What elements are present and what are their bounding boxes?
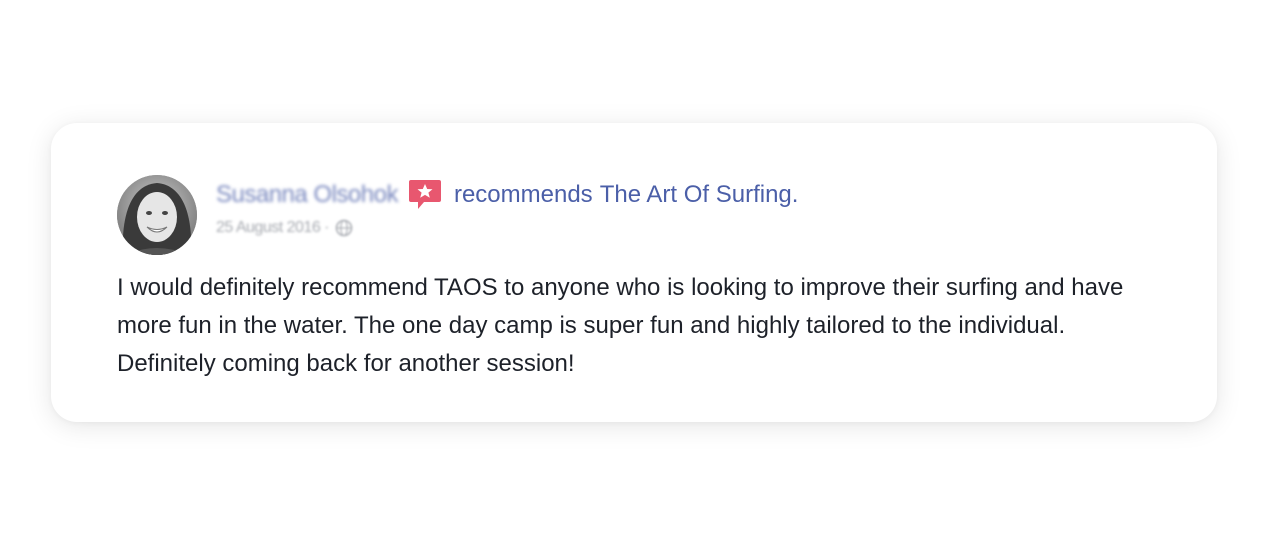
review-card: Susanna Olsohok recommends The Art Of Su… [51,123,1217,422]
review-text: I would definitely recommend TAOS to any… [117,274,1124,377]
avatar-photo [117,175,197,255]
author-name[interactable]: Susanna Olsohok [216,181,398,209]
review-header: Susanna Olsohok recommends The Art Of Su… [216,178,798,212]
page-name-link[interactable]: The Art Of Surfing. [600,181,799,209]
post-date[interactable]: 25 August 2016 · [216,219,329,237]
recommends-label: recommends [453,181,593,208]
recommendation-star-icon [408,178,442,212]
post-meta: 25 August 2016 · [216,219,353,237]
globe-icon [335,219,353,237]
avatar[interactable] [117,175,197,255]
